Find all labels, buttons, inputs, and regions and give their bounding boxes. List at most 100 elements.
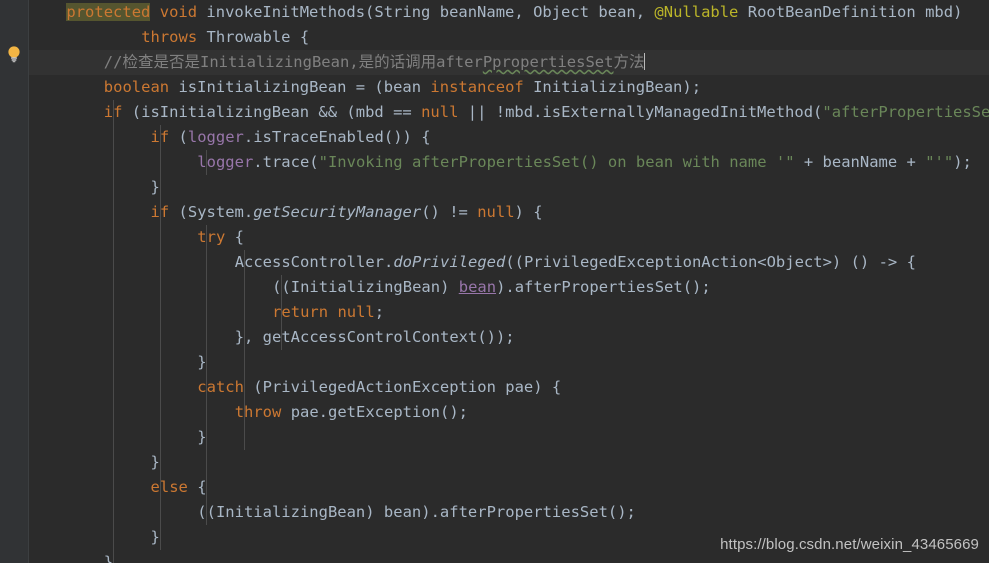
code-line[interactable]: else { bbox=[0, 475, 989, 500]
code-token: , bbox=[635, 3, 655, 21]
code-token: ).afterPropertiesSet(); bbox=[496, 278, 711, 296]
code-token: } bbox=[150, 453, 160, 471]
code-token: } bbox=[197, 353, 207, 371]
code-token: } bbox=[197, 428, 207, 446]
code-token: ; bbox=[374, 303, 385, 321]
code-token: ); bbox=[953, 153, 972, 171]
code-token: protected bbox=[66, 3, 151, 21]
code-line[interactable]: throw pae.getException(); bbox=[0, 400, 989, 425]
code-token: return bbox=[272, 303, 329, 321]
code-line[interactable]: protected void invokeInitMethods(String … bbox=[0, 0, 989, 25]
code-token: PpropertiesSet bbox=[482, 53, 614, 71]
code-token: throws bbox=[141, 28, 198, 46]
code-line[interactable]: ((InitializingBean) bean).afterPropertie… bbox=[0, 500, 989, 525]
code-token: (isInitializingBean && (mbd == bbox=[122, 103, 422, 121]
code-token: logger bbox=[187, 128, 244, 146]
code-token: { bbox=[187, 478, 207, 496]
code-token: if bbox=[103, 103, 123, 121]
code-token: 检查是否是 bbox=[122, 53, 200, 71]
code-line[interactable]: } bbox=[0, 450, 989, 475]
code-token: ((PrivilegedExceptionAction<Object>) () … bbox=[505, 253, 916, 271]
code-token: InitializingBean, bbox=[199, 53, 359, 71]
code-line[interactable]: }, getAccessControlContext()); bbox=[0, 325, 989, 350]
code-token: Object bbox=[533, 3, 590, 21]
code-token: , bbox=[514, 3, 534, 21]
code-token: } bbox=[150, 178, 160, 196]
code-token: catch bbox=[197, 378, 244, 396]
code-token: (PrivilegedActionException pae) { bbox=[243, 378, 562, 396]
code-token: ) bbox=[953, 3, 963, 21]
code-token: RootBeanDefinition bbox=[747, 3, 916, 21]
code-token: } bbox=[103, 553, 114, 563]
code-token: null bbox=[337, 303, 375, 321]
code-line[interactable]: return null; bbox=[0, 300, 989, 325]
code-token: "afterPropertiesSet" bbox=[822, 103, 989, 121]
code-token: InitializingBean); bbox=[523, 78, 702, 96]
code-editor[interactable]: protected void invokeInitMethods(String … bbox=[0, 0, 989, 563]
code-token: "Invoking afterPropertiesSet() on bean w… bbox=[318, 153, 795, 171]
code-token: }, getAccessControlContext()); bbox=[234, 328, 515, 346]
code-line[interactable]: throws Throwable { bbox=[0, 25, 989, 50]
code-token: if bbox=[150, 128, 170, 146]
code-token: ((InitializingBean) bbox=[272, 278, 459, 296]
code-token: else bbox=[150, 478, 188, 496]
code-token: isInitializingBean = (bean bbox=[169, 78, 431, 96]
code-token: void bbox=[159, 3, 198, 21]
code-token: doPrivileged bbox=[393, 253, 506, 271]
code-token: invokeInitMethods bbox=[206, 3, 366, 21]
code-token: after bbox=[436, 53, 483, 71]
code-token: } bbox=[150, 528, 160, 546]
code-line[interactable]: if (isInitializingBean && (mbd == null |… bbox=[0, 100, 989, 125]
code-token: bean bbox=[598, 3, 636, 21]
code-token: Throwable { bbox=[197, 28, 310, 46]
code-token: ((InitializingBean) bean).afterPropertie… bbox=[197, 503, 636, 521]
code-token: .trace( bbox=[253, 153, 319, 171]
code-token: .isTraceEnabled()) { bbox=[243, 128, 431, 146]
watermark-url: https://blog.csdn.net/weixin_43465669 bbox=[720, 536, 979, 553]
code-token: boolean bbox=[103, 78, 170, 96]
code-line[interactable]: if (logger.isTraceEnabled()) { bbox=[0, 125, 989, 150]
code-line[interactable]: try { bbox=[0, 225, 989, 250]
code-token: "'" bbox=[925, 153, 954, 171]
code-token: 是的话调用 bbox=[358, 53, 437, 71]
code-line[interactable]: AccessController.doPrivileged((Privilege… bbox=[0, 250, 989, 275]
code-token: || !mbd.isExternallyManagedInitMethod( bbox=[458, 103, 823, 121]
code-token: try bbox=[197, 228, 226, 246]
code-line[interactable]: } bbox=[0, 175, 989, 200]
code-token: getSecurityManager bbox=[253, 203, 422, 221]
code-token: logger bbox=[197, 153, 254, 171]
text-caret bbox=[644, 53, 646, 70]
code-line[interactable]: ((InitializingBean) bean).afterPropertie… bbox=[0, 275, 989, 300]
code-token: instanceof bbox=[430, 78, 524, 96]
code-line[interactable]: logger.trace("Invoking afterPropertiesSe… bbox=[0, 150, 989, 175]
code-token: ) { bbox=[514, 203, 543, 221]
code-line[interactable]: if (System.getSecurityManager() != null)… bbox=[0, 200, 989, 225]
code-token: bean bbox=[458, 278, 497, 296]
code-token: ( bbox=[169, 128, 188, 146]
code-token: // bbox=[103, 53, 123, 71]
code-token: if bbox=[150, 203, 170, 221]
code-token: String bbox=[374, 3, 431, 21]
code-token: (System. bbox=[169, 203, 254, 221]
code-line[interactable]: //检查是否是InitializingBean,是的话调用afterPprope… bbox=[0, 50, 989, 75]
code-token: + beanName + bbox=[794, 153, 926, 171]
code-token: pae.getException(); bbox=[281, 403, 468, 421]
code-token: AccessController. bbox=[234, 253, 394, 271]
code-line[interactable]: } bbox=[0, 425, 989, 450]
code-lines[interactable]: protected void invokeInitMethods(String … bbox=[0, 0, 989, 563]
code-line[interactable]: boolean isInitializingBean = (bean insta… bbox=[0, 75, 989, 100]
code-token: 方法 bbox=[613, 53, 645, 71]
code-line[interactable]: catch (PrivilegedActionException pae) { bbox=[0, 375, 989, 400]
code-token: mbd bbox=[925, 3, 954, 21]
code-line[interactable]: } bbox=[0, 350, 989, 375]
code-token: beanName bbox=[439, 3, 515, 21]
code-token: { bbox=[225, 228, 244, 246]
code-token: () != bbox=[421, 203, 478, 221]
code-token: @Nullable bbox=[654, 3, 739, 21]
